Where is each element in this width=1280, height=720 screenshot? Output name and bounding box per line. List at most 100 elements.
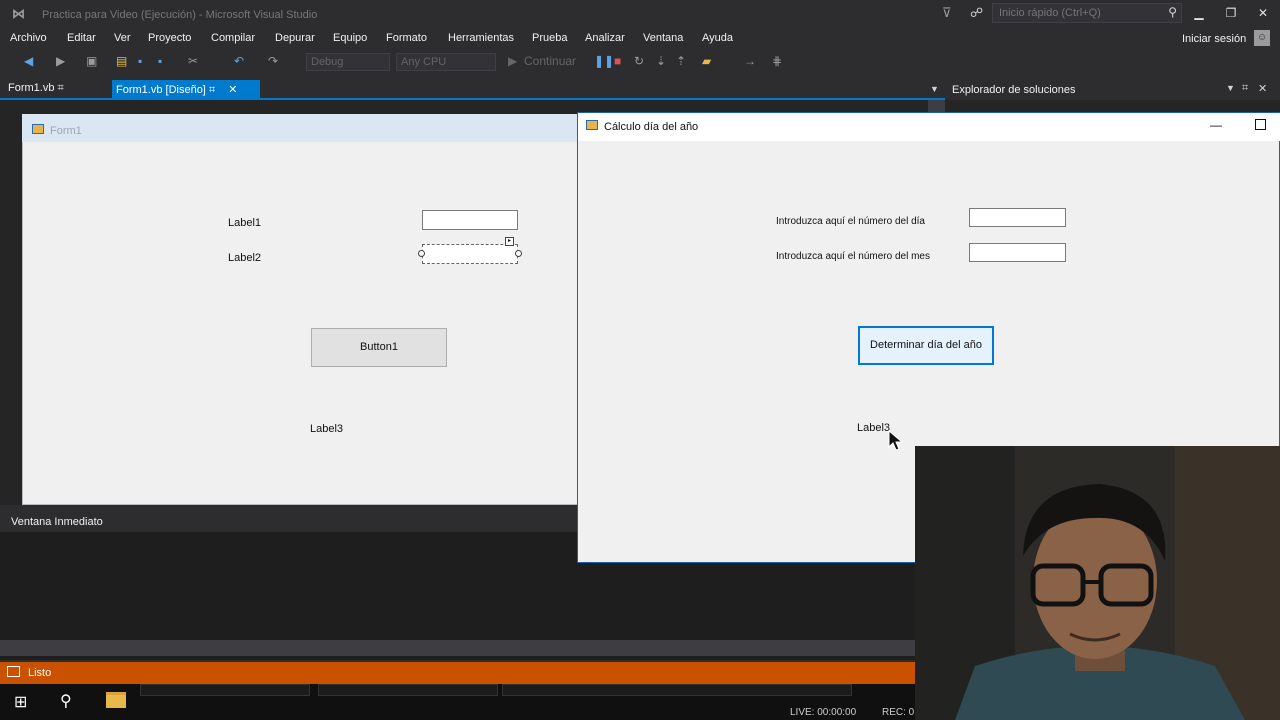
navigate-forward-icon[interactable]: ▶ [56,54,65,68]
status-bar [0,662,915,684]
app-maximize-button[interactable] [1255,119,1266,130]
open-file-icon[interactable]: ▤ [116,54,127,68]
close-button[interactable]: ✕ [1248,3,1278,23]
hot-reload-icon[interactable]: ▰ [702,54,711,68]
webcam-person-image [915,446,1280,720]
design-button1[interactable]: Button1 [311,328,447,367]
design-label2[interactable]: Label2 [228,252,261,264]
new-project-icon[interactable]: ▣ [86,54,97,68]
determine-day-button[interactable]: Determinar día del año [858,326,994,365]
close-icon[interactable]: ✕ [1258,82,1267,95]
layout-toolbar-icon[interactable]: ⋕ [772,54,782,68]
menu-editar[interactable]: Editar [67,32,96,44]
month-input[interactable] [969,243,1066,262]
restore-button[interactable]: ❐ [1216,3,1246,23]
menu-prueba[interactable]: Prueba [532,32,567,44]
menu-bar: Archivo Editar Ver Proyecto Compilar Dep… [0,28,1280,50]
file-explorer-icon[interactable] [106,692,126,708]
resize-handle-left[interactable] [418,250,425,257]
step-into-icon[interactable]: ⇣ [656,54,666,68]
solution-explorer-title: Explorador de soluciones [952,84,1076,96]
search-icon[interactable]: ⚲ [1168,5,1177,19]
menu-ventana[interactable]: Ventana [643,32,683,44]
menu-equipo[interactable]: Equipo [333,32,367,44]
redo-icon[interactable]: ↷ [268,54,278,68]
menu-formato[interactable]: Formato [386,32,427,44]
month-label: Introduzca aquí el número del mes [776,251,930,262]
break-all-icon[interactable]: ❚❚ [594,54,614,68]
save-icon[interactable]: ▪ [138,54,142,68]
audio-mixer-strip [140,684,310,696]
quick-launch-box[interactable]: ⚲ [992,3,1182,23]
pin-icon[interactable]: ⌗ [58,82,64,94]
menu-ayuda[interactable]: Ayuda [702,32,733,44]
tab-form1-design[interactable]: Form1.vb [Diseño] ⌗ ✕ [112,80,260,98]
close-icon[interactable]: ✕ [228,84,237,96]
continue-icon[interactable]: ▶ [508,54,517,68]
account-icon[interactable]: ☺ [1254,30,1270,46]
solution-explorer-panel [945,100,1280,112]
status-text: Listo [28,667,52,679]
rec-timer: REC: 0 [882,707,915,718]
notification-filter-icon[interactable]: ⊽ [942,5,952,21]
menu-compilar[interactable]: Compilar [211,32,255,44]
audio-mixer-strip [502,684,852,696]
feedback-icon[interactable]: ☍ [970,5,983,21]
save-all-icon[interactable]: ▪ [158,54,162,68]
design-label1[interactable]: Label1 [228,217,261,229]
resize-handle-right[interactable] [515,250,522,257]
tab-label: Form1.vb [Diseño] [116,84,206,96]
mouse-cursor-icon [888,430,904,451]
window-title: Practica para Video (Ejecución) - Micros… [42,9,318,21]
restart-icon[interactable]: ↻ [634,54,644,68]
quick-launch-input[interactable] [999,7,1159,19]
undo-icon[interactable]: ↶ [234,54,244,68]
day-input[interactable] [969,208,1066,227]
sign-in-link[interactable]: Iniciar sesión [1182,33,1246,45]
pin-icon[interactable]: ⌗ [209,84,215,96]
live-timer: LIVE: 00:00:00 [790,707,857,718]
audio-mixer-strip [318,684,498,696]
design-form-titlebar [22,114,582,142]
standard-toolbar: ◀ ▶ ▣ ▤ ▪ ▪ ✂ ↶ ↷ Debug Any CPU ▶ Contin… [0,50,1280,76]
step-out-icon[interactable]: ⇡ [676,54,686,68]
visual-studio-logo-icon: ⋈ [12,6,25,21]
tab-label: Form1.vb [8,82,55,94]
tab-form1-code[interactable]: Form1.vb ⌗ [8,82,64,95]
design-form[interactable] [22,114,582,505]
step-over-icon[interactable]: → [744,54,756,68]
immediate-window-title: Ventana Inmediato [11,516,103,528]
dropdown-icon[interactable]: ▼ [1226,83,1235,93]
app-icon [586,120,598,130]
menu-archivo[interactable]: Archivo [10,32,47,44]
menu-herramientas[interactable]: Herramientas [448,32,514,44]
platform-dropdown[interactable]: Any CPU [396,53,496,71]
tab-overflow-icon[interactable]: ▼ [930,84,939,94]
app-minimize-button[interactable]: — [1210,118,1222,132]
result-label: Label3 [857,422,891,434]
design-form-title: Form1 [50,125,82,137]
continue-button[interactable]: Continuar [524,54,576,68]
form-icon [32,124,44,134]
minimize-button[interactable]: ▁ [1184,3,1214,23]
smart-tag-icon[interactable]: ▸ [505,237,514,246]
menu-analizar[interactable]: Analizar [585,32,625,44]
pin-icon[interactable]: ⌗ [1242,82,1248,95]
webcam-overlay [915,446,1280,720]
configuration-dropdown[interactable]: Debug [306,53,390,71]
design-textbox1[interactable] [422,210,518,230]
windows-start-icon[interactable]: ⊞ [14,692,27,712]
menu-ver[interactable]: Ver [114,32,131,44]
design-textbox2-selected[interactable] [422,244,518,264]
menu-proyecto[interactable]: Proyecto [148,32,191,44]
design-label3[interactable]: Label3 [310,423,343,435]
menu-depurar[interactable]: Depurar [275,32,315,44]
day-label: Introduzca aquí el número del día [776,216,925,227]
immediate-horizontal-scrollbar[interactable] [0,640,920,656]
app-title: Cálculo día del año [604,121,699,133]
navigate-back-icon[interactable]: ◀ [24,54,33,68]
output-icon [7,666,20,677]
search-icon[interactable]: ⚲ [60,691,72,711]
cut-icon[interactable]: ✂ [188,54,198,68]
stop-debugging-icon[interactable]: ■ [614,54,621,68]
